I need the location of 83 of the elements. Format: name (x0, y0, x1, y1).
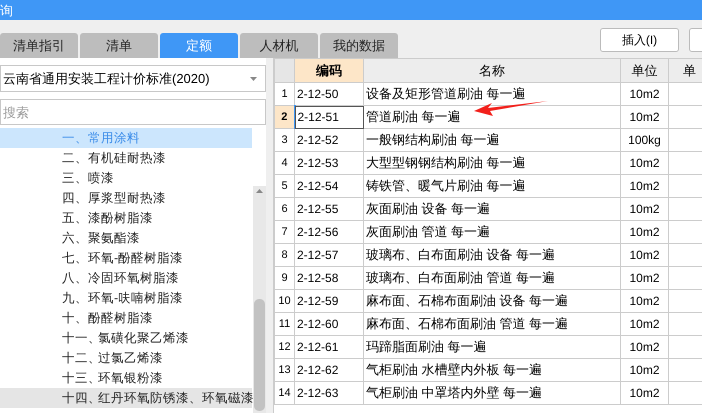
table-cell: 10m2 (620, 174, 668, 198)
table-cell: 10m2 (620, 82, 668, 106)
table-cell: 麻布面、石棉布面刷油 设备 每一遍 (364, 290, 620, 312)
table-cell: 10m2 (620, 290, 668, 312)
table-cell: 2-12-52 (294, 128, 364, 152)
scroll-up-icon[interactable] (256, 189, 263, 193)
table-cell: 10m2 (620, 312, 668, 336)
tree-item[interactable]: 七、环氧-酚醛树脂漆 (0, 248, 252, 268)
scrollbar-thumb[interactable] (254, 299, 265, 411)
row-number: 5 (274, 174, 294, 198)
table-cell: 铸铁管、暖气片刷油 每一遍 (364, 174, 620, 198)
scrollbar[interactable] (253, 186, 266, 413)
row-number: 14 (274, 382, 294, 404)
tree-item[interactable]: 十四、红丹环氧防锈漆、环氧磁漆 (0, 388, 252, 408)
table-cell: 2-12-55 (294, 198, 364, 220)
tree-item[interactable]: 十一、氯磺化聚乙烯漆 (0, 328, 252, 348)
table-cell: 10m2 (620, 198, 668, 220)
tab[interactable]: 人材机 (240, 33, 318, 58)
tree-item[interactable]: 八、冷固环氧树脂漆 (0, 268, 252, 288)
column-header[interactable]: 名称 (364, 58, 620, 82)
row-number: 3 (274, 128, 294, 152)
table-cell: 10m2 (620, 152, 668, 174)
row-number: 8 (274, 244, 294, 266)
table-cell: 100kg (620, 128, 668, 152)
table-cell: 2-12-59 (294, 290, 364, 312)
tree-item[interactable]: 四、厚浆型耐热漆 (0, 188, 252, 208)
table-cell: 10m2 (620, 220, 668, 244)
toolbar-button[interactable]: 插入(I) (600, 28, 679, 52)
column-header[interactable]: 编码 (294, 58, 364, 82)
tab[interactable]: 清单 (80, 33, 158, 58)
table-cell: 10m2 (620, 266, 668, 290)
row-number: 7 (274, 220, 294, 244)
table-cell: 灰面刷油 设备 每一遍 (364, 198, 620, 220)
standard-dropdown[interactable]: 云南省通用安装工程计价标准(2020) (0, 65, 266, 92)
table-cell: 10m2 (620, 336, 668, 358)
table-cell: 10m2 (620, 382, 668, 404)
column-header[interactable]: 单位 (620, 58, 668, 82)
table-cell: 2-12-50 (294, 82, 364, 106)
tab[interactable]: 我的数据 (320, 33, 398, 58)
tree-item[interactable]: 六、聚氨酯漆 (0, 228, 252, 248)
table-cell: 2-12-57 (294, 244, 364, 266)
tree-item[interactable]: 十、酚醛树脂漆 (0, 308, 252, 328)
column-header[interactable]: 单 (668, 58, 702, 82)
table-cell: 2-12-56 (294, 220, 364, 244)
row-number: 6 (274, 198, 294, 220)
table-cell: 10m2 (620, 244, 668, 266)
row-number: 13 (274, 358, 294, 382)
row-number: 10 (274, 290, 294, 312)
table-cell: 2-12-63 (294, 382, 364, 404)
caret-icon (250, 76, 257, 80)
row-number: 2 (274, 106, 294, 128)
tab[interactable]: 清单指引 (0, 33, 78, 58)
table-cell: 一般钢结构刷油 每一遍 (364, 128, 620, 152)
table-cell: 2-12-61 (294, 336, 364, 358)
table-cell: 玻璃布、白布面刷油 设备 每一遍 (364, 244, 620, 266)
table-cell: 麻布面、石棉布面刷油 管道 每一遍 (364, 312, 620, 336)
table-cell: 玛蹄脂面刷油 每一遍 (364, 336, 620, 358)
table-cell: 气柜刷油 中罩塔内外壁 每一遍 (364, 382, 620, 404)
tree-item[interactable]: 九、环氧-呋喃树脂漆 (0, 288, 252, 308)
tree-item[interactable]: 三、喷漆 (0, 168, 252, 188)
table-cell: 2-12-60 (294, 312, 364, 336)
tree-item[interactable]: 十三、环氧银粉漆 (0, 368, 252, 388)
table-cell: 2-12-51 (294, 106, 364, 128)
tree-item[interactable]: 十二、过氯乙烯漆 (0, 348, 252, 368)
tree-item[interactable]: 五、漆酚树脂漆 (0, 208, 252, 228)
table-cell: 2-12-54 (294, 174, 364, 198)
row-number: 12 (274, 336, 294, 358)
table-cell: 10m2 (620, 106, 668, 128)
table-cell: 玻璃布、白布面刷油 管道 每一遍 (364, 266, 620, 290)
table-cell: 大型型钢钢结构刷油 每一遍 (364, 152, 620, 174)
tree-item[interactable]: 二、有机硅耐热漆 (0, 148, 252, 168)
window-title: 询 (0, 4, 13, 16)
row-number: 11 (274, 312, 294, 336)
table-cell: 2-12-53 (294, 152, 364, 174)
table-cell: 10m2 (620, 358, 668, 382)
search-field[interactable]: 搜索 (0, 99, 266, 125)
table-cell: 灰面刷油 管道 每一遍 (364, 220, 620, 244)
table-cell: 气柜刷油 水槽壁内外板 每一遍 (364, 358, 620, 382)
dropdown-value: 云南省通用安装工程计价标准(2020) (2, 70, 210, 88)
row-number: 4 (274, 152, 294, 174)
table-cell: 2-12-58 (294, 266, 364, 290)
table-cell: 2-12-62 (294, 358, 364, 382)
row-number: 9 (274, 266, 294, 290)
